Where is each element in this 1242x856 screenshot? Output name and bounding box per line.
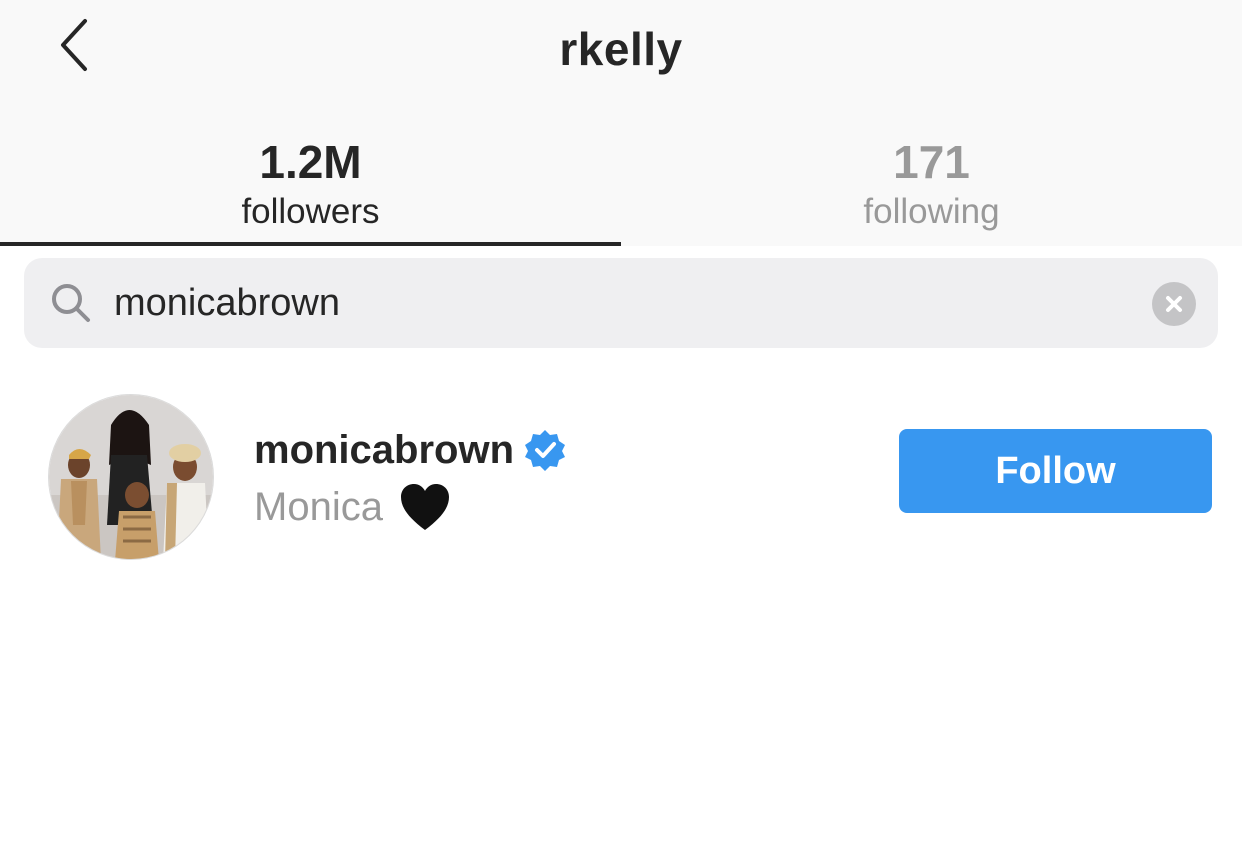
follow-button[interactable]: Follow xyxy=(899,429,1212,513)
black-heart-icon xyxy=(400,484,449,530)
header: rkelly 1.2M followers 171 following xyxy=(0,0,1242,246)
tab-followers[interactable]: 1.2M followers xyxy=(0,128,621,246)
followers-screen: rkelly 1.2M followers 171 following moni… xyxy=(0,0,1242,856)
followers-count: 1.2M xyxy=(259,136,362,188)
following-count: 171 xyxy=(893,136,970,188)
clear-icon xyxy=(1166,296,1182,312)
fullname-line: Monica xyxy=(254,480,451,534)
username[interactable]: monicabrown xyxy=(254,428,514,473)
tab-following[interactable]: 171 following xyxy=(621,128,1242,246)
search-bar xyxy=(24,258,1218,348)
verified-badge-icon xyxy=(525,430,566,471)
search-icon xyxy=(52,284,90,322)
username-line: monicabrown xyxy=(254,424,566,476)
page-title: rkelly xyxy=(559,23,683,75)
active-tab-indicator xyxy=(0,242,621,246)
search-input[interactable] xyxy=(114,258,1134,348)
list-item[interactable]: monicabrown Monica Follow xyxy=(0,390,1242,564)
followers-label: followers xyxy=(241,192,380,231)
following-label: following xyxy=(863,192,1000,231)
clear-search-button[interactable] xyxy=(1152,282,1196,326)
full-name: Monica xyxy=(254,484,383,529)
avatar-photo xyxy=(49,395,213,559)
avatar[interactable] xyxy=(48,394,214,560)
